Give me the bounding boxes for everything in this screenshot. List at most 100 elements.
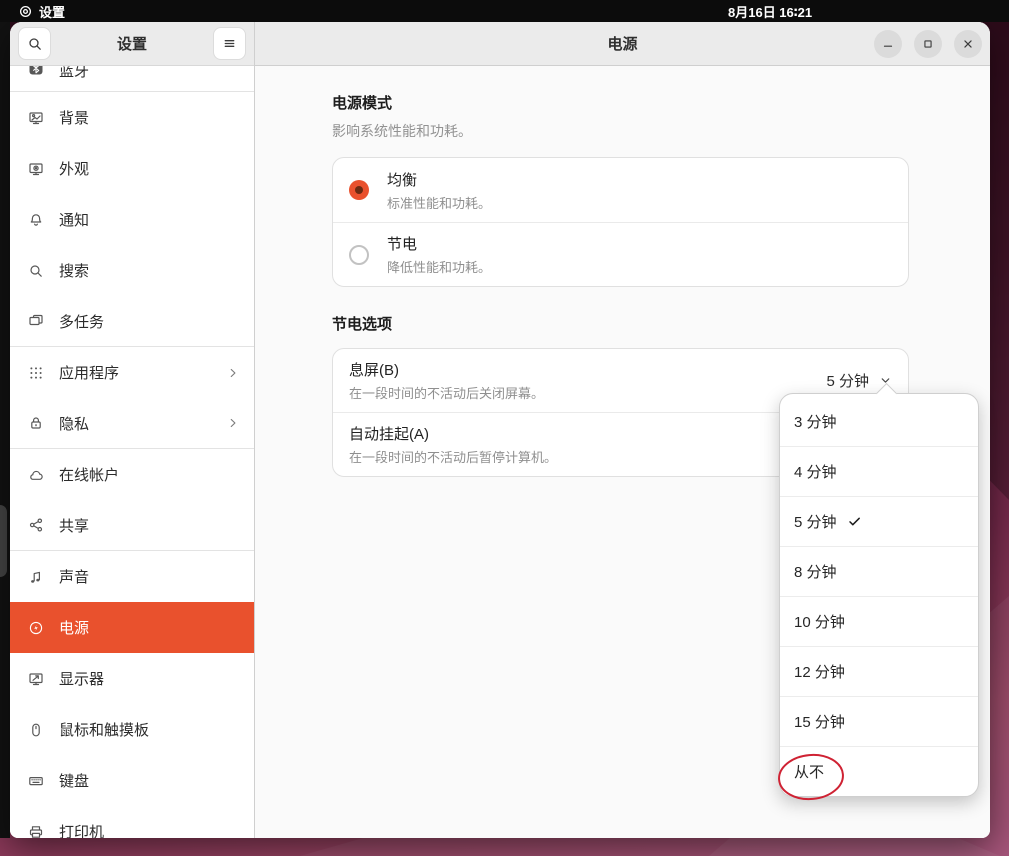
menu-item-label: 10 分钟: [794, 611, 845, 632]
shell-top-bar: 设置 8月16日 16∶21: [0, 0, 1009, 22]
sidebar-item-label: 显示器: [59, 668, 240, 689]
menu-item-8min[interactable]: 8 分钟: [780, 546, 978, 596]
power-saving-heading: 节电选项: [332, 313, 990, 334]
minimize-icon: [881, 37, 895, 51]
multitasking-icon: [28, 313, 44, 329]
main-menu-button[interactable]: [213, 27, 246, 60]
close-icon: [961, 37, 975, 51]
lock-icon: [28, 415, 44, 431]
content-header: 电源: [255, 22, 990, 66]
option-label: 均衡: [387, 169, 491, 190]
option-desc: 降低性能和功耗。: [387, 257, 491, 276]
sidebar-list: 蓝牙 背景 外观 通知: [10, 66, 254, 838]
radio-power-saver[interactable]: [349, 245, 369, 265]
sidebar-item-label: 在线帐户: [59, 464, 240, 485]
sidebar-item-label: 打印机: [59, 821, 240, 838]
sidebar-item-label: 声音: [59, 566, 240, 587]
sidebar: 设置 蓝牙 背景: [10, 22, 255, 838]
chevron-right-icon: [226, 416, 240, 430]
option-desc: 标准性能和功耗。: [387, 193, 491, 212]
sidebar-item-sound[interactable]: 声音: [10, 551, 254, 602]
sidebar-item-displays[interactable]: 显示器: [10, 653, 254, 704]
option-balanced[interactable]: 均衡 标准性能和功耗。: [333, 158, 908, 222]
sidebar-item-applications[interactable]: 应用程序: [10, 347, 254, 398]
keyboard-icon: [28, 773, 44, 789]
hamburger-menu-icon: [222, 36, 237, 51]
desktop-left-strip: [0, 22, 10, 838]
maximize-icon: [921, 37, 935, 51]
sidebar-item-notifications[interactable]: 通知: [10, 194, 254, 245]
sidebar-item-keyboard[interactable]: 键盘: [10, 755, 254, 806]
settings-gear-icon: [18, 4, 33, 19]
radio-balanced[interactable]: [349, 180, 369, 200]
power-mode-subheading: 影响系统性能和功耗。: [332, 121, 990, 141]
sidebar-header: 设置: [10, 22, 254, 66]
menu-item-label: 5 分钟: [794, 511, 837, 532]
bell-icon: [28, 212, 44, 228]
maximize-button[interactable]: [914, 30, 942, 58]
minimize-button[interactable]: [874, 30, 902, 58]
menu-item-label: 3 分钟: [794, 411, 837, 432]
mouse-icon: [28, 722, 44, 738]
sidebar-item-label: 蓝牙: [59, 66, 240, 81]
sidebar-item-label: 通知: [59, 209, 240, 230]
sidebar-item-printers[interactable]: 打印机: [10, 806, 254, 838]
printer-icon: [28, 824, 44, 839]
app-grid-icon: [28, 365, 44, 381]
sidebar-item-mouse-touchpad[interactable]: 鼠标和触摸板: [10, 704, 254, 755]
option-label: 节电: [387, 233, 491, 254]
sidebar-item-sharing[interactable]: 共享: [10, 500, 254, 551]
dropdown-value: 5 分钟: [826, 370, 869, 391]
sidebar-item-multitasking[interactable]: 多任务: [10, 296, 254, 347]
dock-hide-handle[interactable]: [0, 505, 7, 577]
menu-item-never[interactable]: 从不: [780, 746, 978, 796]
power-icon: [28, 620, 44, 636]
menu-item-label: 从不: [794, 761, 824, 782]
window-controls: [874, 22, 982, 66]
check-icon: [847, 514, 862, 529]
duration-popover: 3 分钟 4 分钟 5 分钟 8 分钟 10 分钟 12 分钟 15 分钟 从不: [779, 393, 979, 797]
power-mode-heading: 电源模式: [332, 92, 990, 113]
sidebar-item-appearance[interactable]: 外观: [10, 143, 254, 194]
menu-item-label: 4 分钟: [794, 461, 837, 482]
option-power-saver[interactable]: 节电 降低性能和功耗。: [333, 222, 908, 286]
sidebar-item-label: 外观: [59, 158, 240, 179]
sidebar-title: 设置: [51, 33, 213, 54]
sidebar-item-label: 搜索: [59, 260, 240, 281]
appearance-icon: [28, 161, 44, 177]
row-desc: 在一段时间的不活动后关闭屏幕。: [349, 383, 826, 402]
shell-clock[interactable]: 8月16日 16∶21: [728, 2, 812, 21]
row-label: 息屏(B): [349, 359, 826, 380]
music-note-icon: [28, 569, 44, 585]
page-title: 电源: [607, 33, 637, 54]
search-button[interactable]: [18, 27, 51, 60]
sidebar-item-label: 电源: [59, 617, 240, 638]
menu-item-15min[interactable]: 15 分钟: [780, 696, 978, 746]
menu-item-3min[interactable]: 3 分钟: [780, 396, 978, 446]
sidebar-item-label: 键盘: [59, 770, 240, 791]
close-button[interactable]: [954, 30, 982, 58]
sidebar-item-privacy[interactable]: 隐私: [10, 398, 254, 449]
search-icon: [28, 263, 44, 279]
sidebar-item-power[interactable]: 电源: [10, 602, 254, 653]
menu-item-10min[interactable]: 10 分钟: [780, 596, 978, 646]
search-icon: [27, 36, 43, 52]
menu-item-5min[interactable]: 5 分钟: [780, 496, 978, 546]
background-icon: [28, 110, 44, 126]
sidebar-item-online-accounts[interactable]: 在线帐户: [10, 449, 254, 500]
share-icon: [28, 517, 44, 533]
active-app-menu[interactable]: 设置: [18, 2, 65, 21]
sidebar-item-bluetooth[interactable]: 蓝牙: [10, 66, 254, 92]
menu-item-12min[interactable]: 12 分钟: [780, 646, 978, 696]
active-app-name: 设置: [39, 2, 65, 21]
menu-item-label: 15 分钟: [794, 711, 845, 732]
sidebar-item-search[interactable]: 搜索: [10, 245, 254, 296]
menu-item-label: 8 分钟: [794, 561, 837, 582]
cloud-icon: [28, 467, 44, 483]
menu-item-4min[interactable]: 4 分钟: [780, 446, 978, 496]
sidebar-item-label: 多任务: [59, 311, 240, 332]
sidebar-item-label: 共享: [59, 515, 240, 536]
sidebar-item-label: 应用程序: [59, 362, 211, 383]
sidebar-item-background[interactable]: 背景: [10, 92, 254, 143]
sidebar-item-label: 背景: [59, 107, 240, 128]
